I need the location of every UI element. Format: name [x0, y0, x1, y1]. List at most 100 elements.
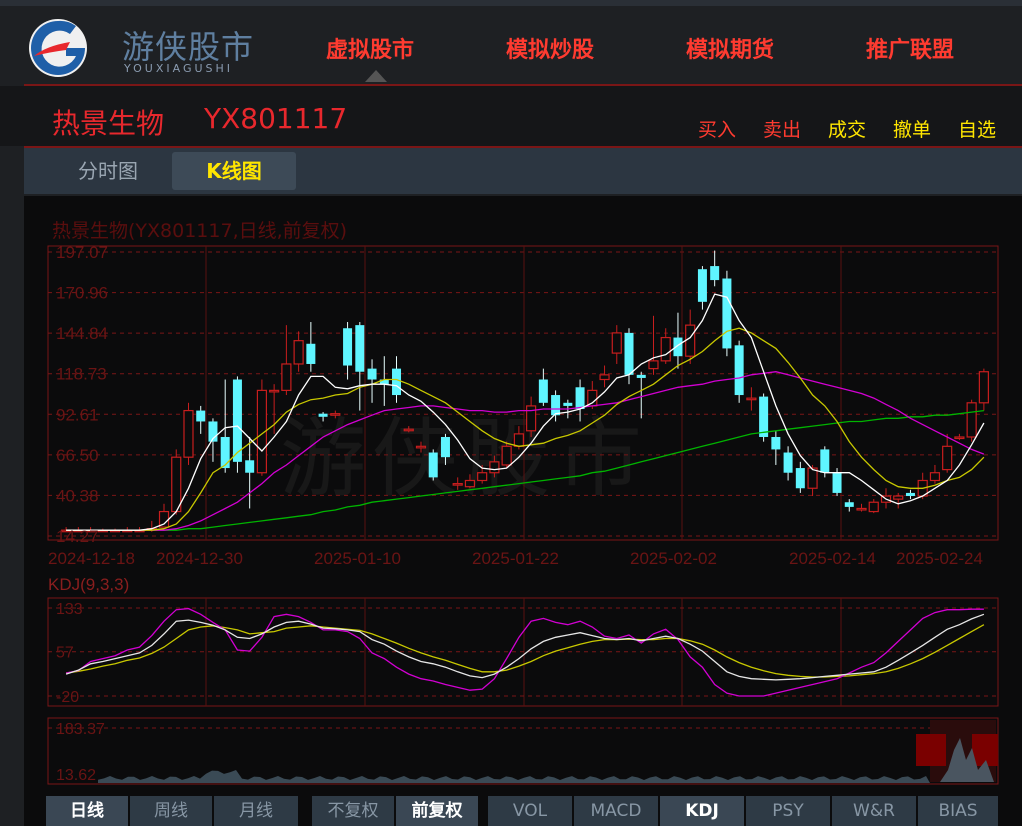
candle-body	[648, 360, 659, 370]
y-tick-label: 66.50	[56, 446, 99, 465]
candle-body	[856, 507, 867, 511]
candle-body	[759, 396, 769, 437]
period-weekly-button[interactable]: 周线	[130, 796, 212, 826]
candle-body	[978, 371, 989, 404]
indicator-wr-button[interactable]: W&R	[832, 796, 916, 826]
period-daily-button[interactable]: 日线	[46, 796, 128, 826]
candle-body	[318, 413, 328, 417]
candle-body	[464, 479, 476, 488]
volume-tick-label: 183.37	[56, 721, 105, 738]
indicator-macd-button[interactable]: MACD	[574, 796, 658, 826]
candle	[220, 379, 230, 473]
candle-body	[893, 495, 904, 500]
x-tick-label: 2025-01-22	[472, 549, 559, 568]
candle	[783, 446, 793, 481]
candle-body	[293, 340, 304, 365]
y-tick-label: 144.84	[56, 324, 108, 343]
candle	[660, 328, 671, 364]
adjust-forward-button[interactable]: 前复权	[396, 796, 478, 826]
candle-body	[477, 472, 488, 482]
x-tick-label: 2024-12-18	[48, 549, 135, 568]
candle-body	[820, 449, 830, 473]
candle	[196, 405, 206, 434]
ma10-line	[66, 327, 985, 531]
candle-body	[269, 389, 280, 393]
indicator-kdj-button[interactable]: KDJ	[660, 796, 744, 826]
candle-body	[795, 468, 805, 489]
indicator-vol-button[interactable]: VOL	[488, 796, 572, 826]
candle-body	[660, 336, 671, 362]
candle-body	[844, 502, 854, 507]
candle	[281, 325, 292, 396]
y-tick-label: 118.73	[56, 365, 107, 384]
candle	[501, 441, 512, 469]
candle	[942, 433, 953, 473]
volume-marker-right	[972, 734, 998, 766]
candle-body	[501, 445, 512, 466]
candle	[232, 376, 242, 473]
candle-body	[183, 409, 194, 458]
candle	[306, 322, 316, 372]
kdj-tick-label: -20	[56, 689, 79, 706]
candle-body	[428, 452, 438, 478]
x-tick-label: 2025-02-24	[896, 549, 983, 568]
candle	[856, 503, 867, 512]
indicator-bias-button[interactable]: BIAS	[918, 796, 998, 826]
x-tick-label: 2025-02-14	[789, 549, 876, 568]
candle-body	[611, 332, 622, 354]
y-tick-label: 197.07	[56, 243, 108, 262]
candle	[367, 359, 377, 403]
x-tick-label: 2025-02-02	[630, 549, 717, 568]
candle	[122, 527, 133, 533]
candle-body	[355, 325, 365, 372]
candle-body	[415, 445, 427, 449]
indicator-psy-button[interactable]: PSY	[746, 796, 830, 826]
candle-body	[722, 278, 732, 349]
candle-body	[220, 436, 230, 469]
kdj-tick-label: 133	[56, 601, 83, 618]
candle	[403, 426, 414, 433]
candle-body	[966, 402, 977, 438]
candle	[917, 472, 928, 500]
y-tick-label: 92.61	[56, 405, 99, 424]
candle	[464, 474, 476, 489]
ma60-line	[66, 409, 984, 531]
candle-body	[392, 368, 402, 396]
candle-body	[587, 389, 598, 407]
candle	[648, 315, 659, 375]
candle	[734, 340, 744, 403]
candle-body	[281, 363, 292, 391]
candle-body	[954, 436, 965, 440]
candle	[452, 477, 463, 490]
candle-body	[563, 402, 573, 406]
candle-body	[245, 460, 255, 473]
candle-body	[734, 345, 744, 396]
candle	[428, 449, 438, 481]
candle-body	[905, 492, 915, 497]
x-tick-label: 2024-12-30	[156, 549, 243, 568]
candle-body	[697, 269, 707, 302]
volume-tick-label: 13.62	[56, 767, 96, 784]
y-tick-label: 40.38	[56, 486, 99, 505]
candle	[611, 325, 622, 364]
candle	[759, 393, 769, 442]
candle	[710, 250, 720, 287]
candle	[415, 441, 427, 453]
candle	[526, 396, 537, 437]
candle-body	[832, 472, 842, 493]
candle	[966, 399, 977, 442]
candle	[355, 322, 365, 411]
candle-body	[330, 413, 341, 416]
kline-chart[interactable]: 197.07 170.96 144.84 118.73 92.61 66.50 40.38 1…	[0, 0, 1022, 826]
candle	[293, 331, 304, 372]
kdj-tick-label: 57	[56, 645, 74, 662]
candle	[183, 402, 194, 465]
candle	[538, 368, 548, 406]
candle	[489, 455, 500, 478]
candle-body	[636, 374, 646, 378]
candle	[575, 379, 585, 422]
adjust-none-button[interactable]: 不复权	[312, 796, 394, 826]
candle-body	[403, 428, 414, 432]
candle	[318, 412, 328, 422]
period-monthly-button[interactable]: 月线	[214, 796, 298, 826]
